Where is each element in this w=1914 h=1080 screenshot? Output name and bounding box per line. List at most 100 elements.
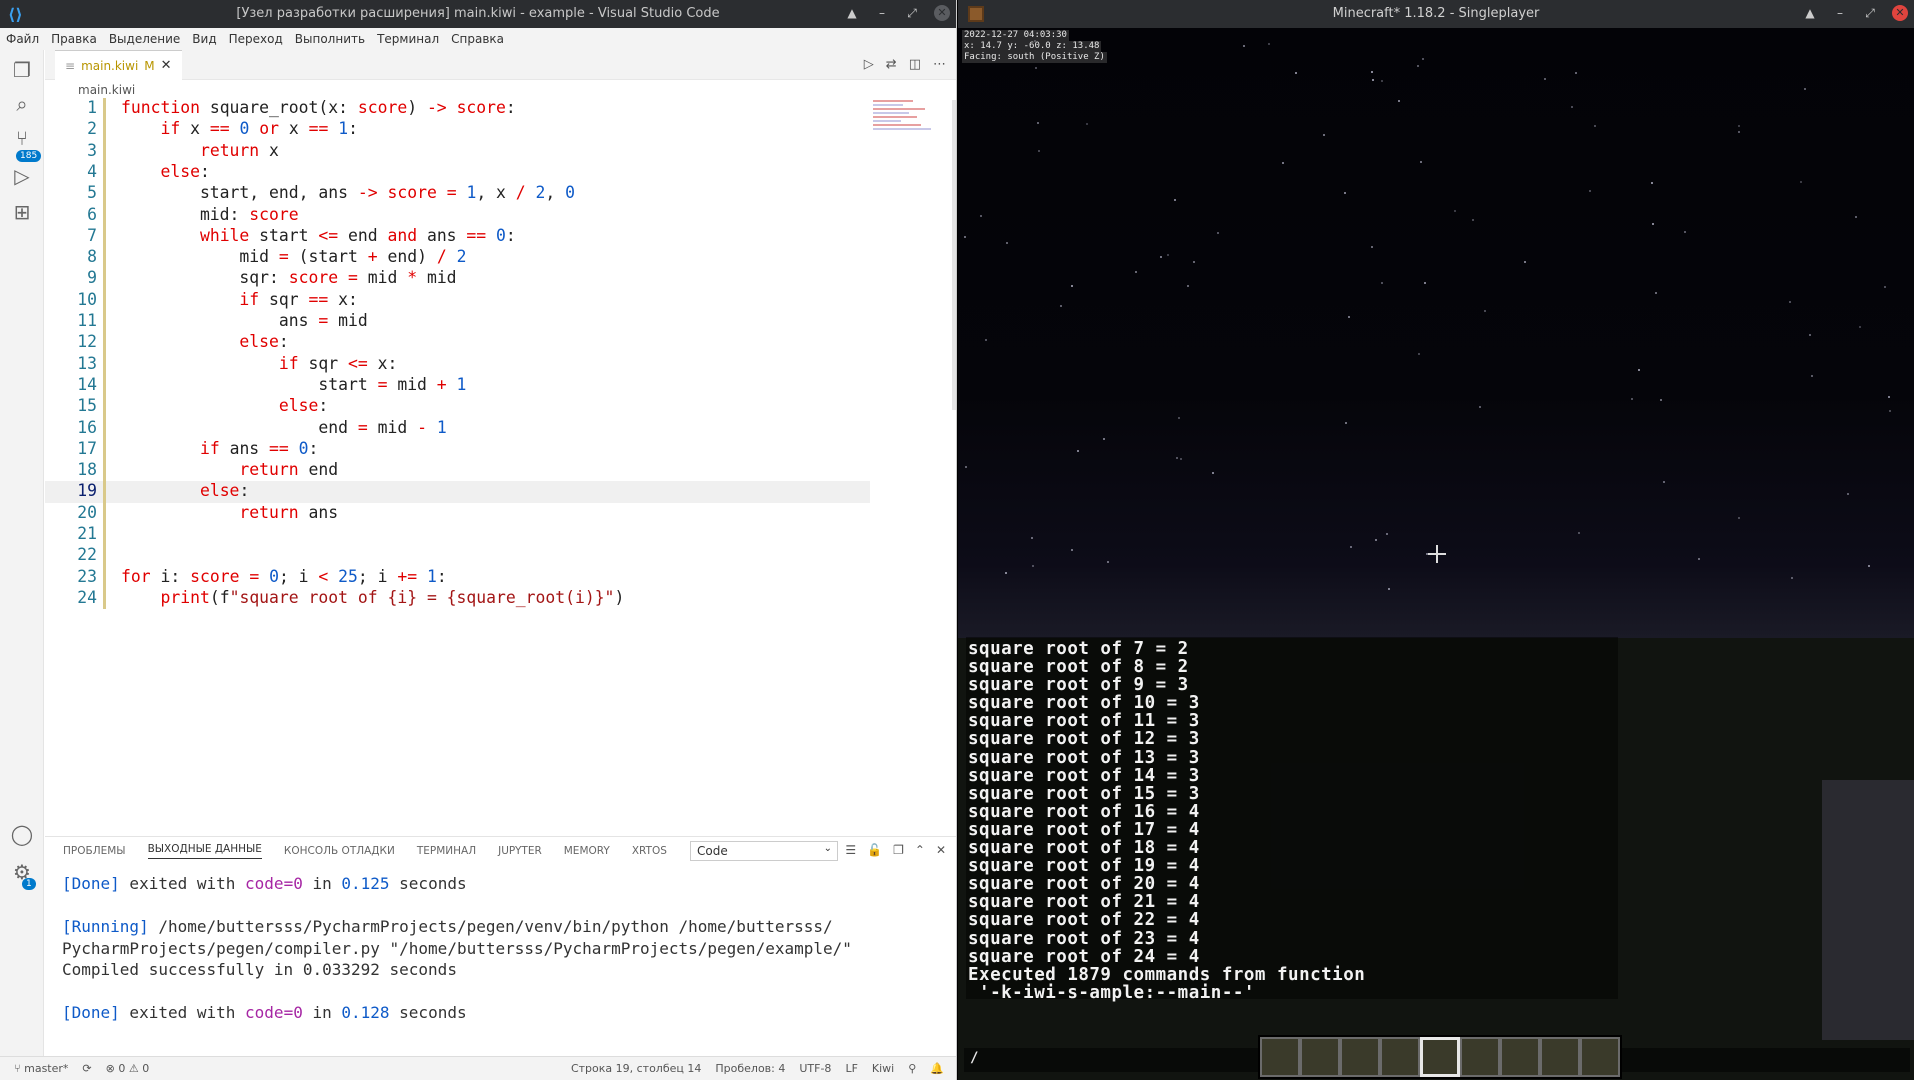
code-line[interactable]: 8 mid = (start + end) / 2 [45, 247, 875, 268]
branch-status[interactable]: ⑂ master* [14, 1062, 68, 1075]
output-channel-select[interactable]: Code ⌄ [690, 841, 838, 861]
code-line[interactable]: 21 [45, 524, 875, 545]
live-share-icon[interactable]: ⚲ [908, 1062, 916, 1075]
hotbar-slot[interactable] [1460, 1037, 1500, 1077]
code-line[interactable]: 4 else: [45, 162, 875, 183]
sync-icon[interactable]: ⟳ [82, 1062, 91, 1075]
indentation[interactable]: Пробелов: 4 [715, 1062, 785, 1075]
end-of-line[interactable]: LF [845, 1062, 857, 1075]
star [1422, 58, 1424, 60]
maximize-button[interactable]: ⤢ [904, 4, 920, 22]
menu-item[interactable]: Файл [6, 32, 39, 46]
code-line[interactable]: 6 mid: score [45, 205, 875, 226]
line-number: 18 [77, 460, 97, 480]
line-number: 9 [87, 268, 97, 288]
menu-item[interactable]: Выделение [109, 32, 180, 46]
hotbar-slot[interactable] [1580, 1037, 1620, 1077]
notifications-icon[interactable]: 🔔 [930, 1062, 944, 1075]
hotbar[interactable] [1258, 1035, 1622, 1079]
menu-item[interactable]: Правка [51, 32, 97, 46]
menu-item[interactable]: Выполнить [295, 32, 365, 46]
hotbar-slot[interactable] [1260, 1037, 1300, 1077]
code-line[interactable]: 7 while start <= end and ans == 0: [45, 226, 875, 247]
panel-tab[interactable]: XRTOS [632, 845, 667, 857]
menu-item[interactable]: Справка [451, 32, 504, 46]
hotbar-slot[interactable] [1500, 1037, 1540, 1077]
maximize-panel-icon[interactable]: ⌃ [915, 843, 925, 857]
code-line[interactable]: 18 return end [45, 460, 875, 481]
clear-output-icon[interactable]: ☰ [845, 843, 856, 857]
code-line[interactable]: 12 else: [45, 332, 875, 353]
split-editor-icon[interactable]: ◫ [909, 57, 921, 72]
code-line[interactable]: 20 return ans [45, 503, 875, 524]
minimize-button[interactable]: – [1832, 4, 1848, 22]
menu-item[interactable]: Терминал [377, 32, 439, 46]
code-line[interactable]: 13 if sqr <= x: [45, 354, 875, 375]
code-line[interactable]: 5 start, end, ans -> score = 1, x / 2, 0 [45, 183, 875, 204]
minimap[interactable] [873, 100, 949, 150]
star [1454, 210, 1456, 212]
code-line[interactable]: 9 sqr: score = mid * mid [45, 268, 875, 289]
code-line[interactable]: 22 [45, 545, 875, 566]
compare-icon[interactable]: ⇄ [886, 57, 897, 72]
star [1652, 223, 1654, 225]
code-editor[interactable]: 1 function square_root(x: score) -> score… [45, 98, 875, 828]
keep-above-icon[interactable]: ▲ [1802, 4, 1818, 22]
code-line[interactable]: 3 return x [45, 141, 875, 162]
hotbar-slot[interactable] [1340, 1037, 1380, 1077]
code-line[interactable]: 23 for i: score = 0; i < 25; i += 1: [45, 567, 875, 588]
account-icon[interactable]: ◯ [10, 822, 34, 846]
run-debug-icon[interactable]: ▷ [10, 164, 34, 188]
code-line[interactable]: 2 if x == 0 or x == 1: [45, 119, 875, 140]
panel-tab[interactable]: MEMORY [564, 845, 610, 857]
code-line[interactable]: 19 else: [45, 481, 870, 503]
extensions-icon[interactable]: ⊞ [10, 200, 34, 224]
run-icon[interactable]: ▷ [864, 57, 874, 72]
close-button[interactable]: ✕ [1892, 5, 1908, 21]
code-line[interactable]: 11 ans = mid [45, 311, 875, 332]
code-line[interactable]: 1 function square_root(x: score) -> score… [45, 98, 875, 119]
breadcrumb[interactable]: main.kiwi [78, 83, 135, 97]
code-line[interactable]: 15 else: [45, 396, 875, 417]
code-line[interactable]: 14 start = mid + 1 [45, 375, 875, 396]
minimize-button[interactable]: – [874, 4, 890, 22]
language-mode[interactable]: Kiwi [872, 1062, 894, 1075]
panel-tab[interactable]: ТЕРМИНАЛ [417, 845, 476, 857]
hotbar-slot[interactable] [1420, 1037, 1460, 1077]
search-icon[interactable]: ⌕ [10, 92, 34, 116]
copy-icon[interactable]: ❐ [893, 843, 904, 857]
star [1217, 232, 1219, 234]
source-control-icon[interactable]: ⑂ [10, 126, 34, 150]
star [1420, 161, 1422, 163]
code-line[interactable]: 17 if ans == 0: [45, 439, 875, 460]
lock-icon[interactable]: 🔓 [867, 843, 882, 857]
star [1388, 588, 1390, 590]
explorer-icon[interactable]: ❐ [10, 58, 34, 82]
hotbar-slot[interactable] [1300, 1037, 1340, 1077]
code-text: if sqr <= x: [278, 353, 398, 373]
output-line: PycharmProjects/pegen/compiler.py "/home… [62, 938, 852, 958]
problems-status[interactable]: ⊗ 0 ⚠ 0 [106, 1062, 150, 1075]
more-actions-icon[interactable]: ⋯ [933, 57, 946, 72]
code-line[interactable]: 10 if sqr == x: [45, 290, 875, 311]
encoding[interactable]: UTF-8 [799, 1062, 831, 1075]
menu-item[interactable]: Вид [192, 32, 216, 46]
tab-close-icon[interactable]: ✕ [161, 58, 172, 73]
tab-main-kiwi[interactable]: ≡ main.kiwi M ✕ [55, 50, 182, 80]
panel-tab[interactable]: ВЫХОДНЫЕ ДАННЫЕ [147, 843, 262, 859]
panel-tab[interactable]: ПРОБЛЕМЫ [63, 845, 126, 857]
panel-tab[interactable]: КОНСОЛЬ ОТЛАДКИ [284, 845, 395, 857]
panel-tab[interactable]: JUPYTER [498, 845, 542, 857]
close-button[interactable]: ✕ [934, 5, 950, 21]
cursor-position[interactable]: Строка 19, столбец 14 [571, 1062, 701, 1075]
code-line[interactable]: 24 print(f"square root of {i} = {square_… [45, 588, 875, 609]
star [1371, 71, 1373, 73]
close-panel-icon[interactable]: ✕ [936, 843, 946, 857]
menu-item[interactable]: Переход [229, 32, 283, 46]
keep-above-icon[interactable]: ▲ [844, 4, 860, 22]
hotbar-slot[interactable] [1540, 1037, 1580, 1077]
hotbar-slot[interactable] [1380, 1037, 1420, 1077]
code-line[interactable]: 16 end = mid - 1 [45, 418, 875, 439]
maximize-button[interactable]: ⤢ [1862, 4, 1878, 22]
editor-scrollbar[interactable] [952, 100, 956, 410]
